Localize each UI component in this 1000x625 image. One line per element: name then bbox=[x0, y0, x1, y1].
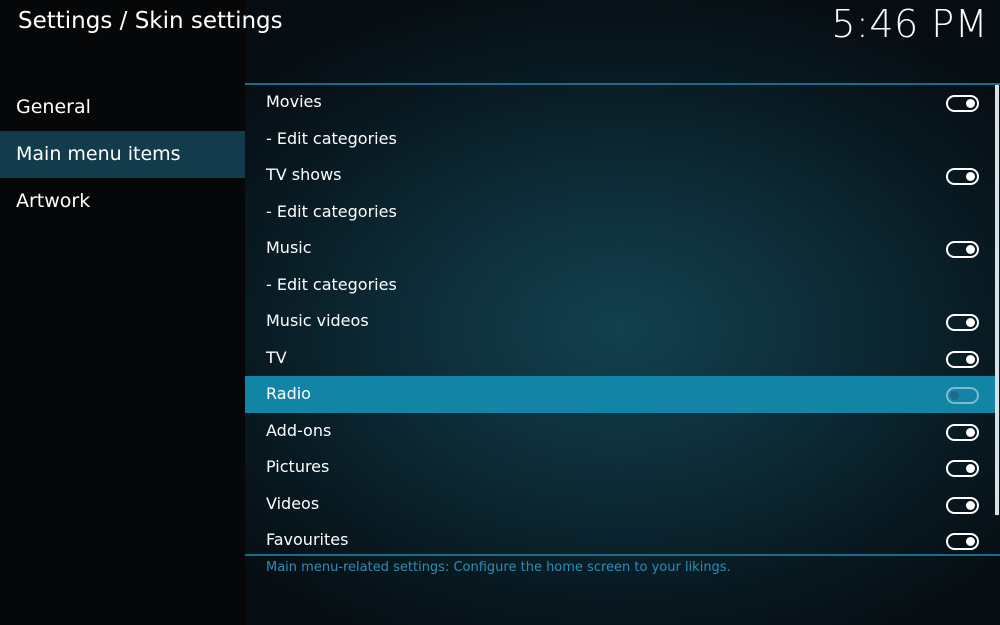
toggle-knob bbox=[966, 99, 975, 108]
music-videos-toggle[interactable] bbox=[946, 314, 979, 331]
music-toggle[interactable] bbox=[946, 241, 979, 258]
radio-toggle[interactable] bbox=[946, 387, 979, 404]
toggle-knob bbox=[966, 464, 975, 473]
toggle-knob bbox=[966, 427, 975, 437]
setting-label: - Edit categories bbox=[266, 128, 397, 148]
toggle-knob bbox=[966, 354, 975, 364]
toggle-knob bbox=[950, 391, 959, 400]
movies-toggle[interactable] bbox=[946, 95, 979, 112]
sidebar: General Main menu items Artwork bbox=[0, 0, 245, 625]
setting-movies[interactable]: Movies bbox=[245, 84, 997, 121]
favourites-toggle[interactable] bbox=[946, 533, 979, 550]
toggle-knob bbox=[966, 537, 975, 546]
setting-label: Music bbox=[266, 238, 312, 257]
setting-label: - Edit categories bbox=[266, 274, 397, 294]
sidebar-item-main-menu-items[interactable]: Main menu items bbox=[0, 131, 245, 178]
toggle-knob bbox=[966, 318, 975, 327]
header: Settings / Skin settings 5:46 PM bbox=[0, 0, 1000, 55]
setting-label: Movies bbox=[266, 92, 322, 111]
setting-radio[interactable]: Radio bbox=[245, 376, 997, 413]
sidebar-item-general[interactable]: General bbox=[0, 84, 245, 131]
setting-label: Favourites bbox=[266, 530, 349, 549]
setting-label: - Edit categories bbox=[266, 201, 397, 221]
setting-tv[interactable]: TV bbox=[245, 340, 997, 377]
setting-label: TV shows bbox=[266, 165, 342, 184]
setting-label: TV bbox=[266, 347, 287, 367]
scrollbar[interactable] bbox=[995, 85, 999, 515]
setting-music-edit-categories[interactable]: - Edit categories bbox=[245, 267, 997, 304]
pictures-toggle[interactable] bbox=[946, 460, 979, 477]
setting-label: Music videos bbox=[266, 311, 369, 330]
setting-tv-shows-edit-categories[interactable]: - Edit categories bbox=[245, 194, 997, 231]
setting-music[interactable]: Music bbox=[245, 230, 997, 267]
skin-settings-screen: General Main menu items Artwork Settings… bbox=[0, 0, 1000, 625]
setting-label: Videos bbox=[266, 493, 320, 513]
setting-label: Pictures bbox=[266, 457, 330, 476]
sidebar-item-artwork[interactable]: Artwork bbox=[0, 178, 245, 225]
tv-toggle[interactable] bbox=[946, 350, 979, 368]
sidebar-list: General Main menu items Artwork bbox=[0, 84, 245, 225]
setting-movies-edit-categories[interactable]: - Edit categories bbox=[245, 121, 997, 158]
setting-label: Radio bbox=[266, 384, 311, 403]
setting-pictures[interactable]: Pictures bbox=[245, 449, 997, 486]
content-bottom-divider bbox=[245, 554, 1000, 556]
videos-toggle[interactable] bbox=[946, 496, 979, 514]
tv-shows-toggle[interactable] bbox=[946, 168, 979, 185]
setting-add-ons[interactable]: Add-ons bbox=[245, 413, 997, 450]
setting-music-videos[interactable]: Music videos bbox=[245, 303, 997, 340]
clock: 5:46 PM bbox=[831, 2, 988, 46]
add-ons-toggle[interactable] bbox=[946, 423, 979, 441]
setting-tv-shows[interactable]: TV shows bbox=[245, 157, 997, 194]
setting-videos[interactable]: Videos bbox=[245, 486, 997, 523]
setting-description: Main menu-related settings: Configure th… bbox=[266, 560, 731, 575]
toggle-knob bbox=[966, 245, 975, 254]
toggle-knob bbox=[966, 172, 975, 181]
page-title: Settings / Skin settings bbox=[18, 8, 283, 34]
settings-list: Movies - Edit categories TV shows - Edit… bbox=[245, 84, 997, 559]
setting-label: Add-ons bbox=[266, 420, 332, 440]
toggle-knob bbox=[966, 500, 975, 510]
